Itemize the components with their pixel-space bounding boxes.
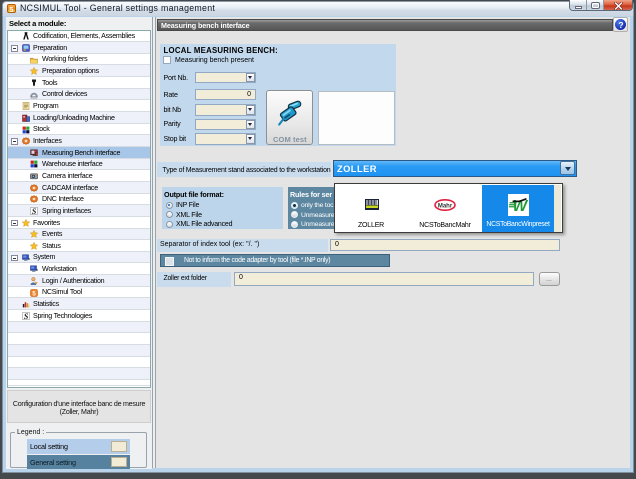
svg-text:S: S	[32, 207, 37, 215]
svg-text:5: 5	[32, 290, 36, 297]
svg-text:S: S	[24, 312, 29, 320]
svg-text:Mahr: Mahr	[438, 203, 453, 209]
